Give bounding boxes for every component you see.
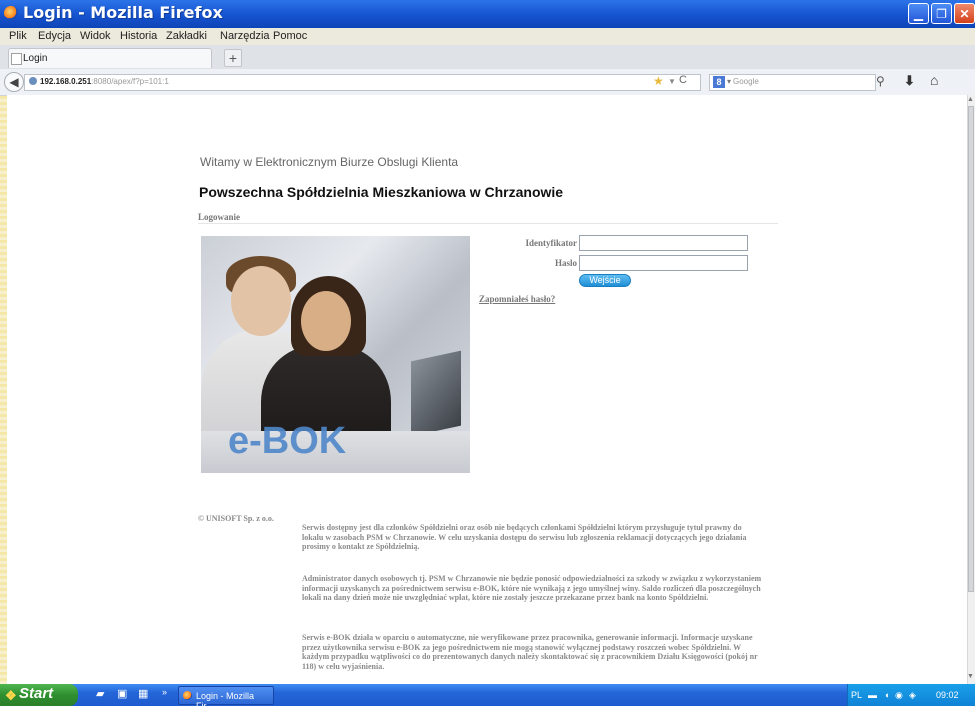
close-button[interactable]: ✕ xyxy=(954,3,975,24)
divider xyxy=(198,223,778,224)
clock[interactable]: 09:02 xyxy=(936,690,959,700)
footer-paragraph: Administrator danych osobowych tj. PSM w… xyxy=(302,574,762,603)
home-icon[interactable]: ⌂ xyxy=(930,72,938,88)
menu-narzedzia[interactable]: Narzędzia xyxy=(220,30,270,42)
tab-login[interactable]: Login xyxy=(8,48,212,68)
maximize-button[interactable]: ❐ xyxy=(931,3,952,24)
url-text[interactable]: 192.168.0.251:8080/apex/f?p=101:1 xyxy=(40,77,169,86)
quick-launch-app-icon[interactable]: ▣ xyxy=(117,687,127,700)
task-label: Login - Mozilla Fir... xyxy=(196,691,255,706)
section-heading: Logowanie xyxy=(198,212,241,222)
start-button[interactable]: ❖ Start xyxy=(0,684,78,706)
password-input[interactable] xyxy=(579,255,748,271)
copyright-text: © UNISOFT Sp. z o.o. xyxy=(198,514,274,523)
password-label: Haslo xyxy=(554,258,577,268)
forgot-password-link[interactable]: Zapomniałeś hasło? xyxy=(479,294,555,304)
footer-paragraph: Serwis e-BOK działa w oparciu o automaty… xyxy=(302,633,758,671)
identifier-label: Identyfikator xyxy=(525,238,578,248)
firefox-icon xyxy=(183,691,192,700)
new-tab-button[interactable]: + xyxy=(224,49,242,67)
history-dropdown-icon[interactable]: ▼ xyxy=(668,77,676,86)
back-button[interactable]: ◀ xyxy=(4,72,24,92)
tab-label: Login xyxy=(23,53,48,64)
volume-icon[interactable]: ◖ xyxy=(884,690,889,700)
firefox-icon xyxy=(4,6,18,20)
ebok-logo: e-BOK xyxy=(228,420,347,462)
search-placeholder: Google xyxy=(733,77,759,86)
network-icon[interactable]: ◉ xyxy=(895,690,903,701)
url-path: :8080/apex/f?p=101:1 xyxy=(91,77,169,86)
page-title: Powszechna Spółdzielnia Mieszkaniowa w C… xyxy=(199,184,564,200)
menu-pomoc[interactable]: Pomoc xyxy=(273,30,307,42)
menu-edycja[interactable]: Edycja xyxy=(38,30,71,42)
search-icon[interactable]: ⚲ xyxy=(876,74,885,88)
antivirus-icon[interactable]: ◈ xyxy=(909,690,916,701)
scroll-up-icon[interactable]: ▲ xyxy=(967,96,974,103)
window-title: Login - Mozilla Firefox xyxy=(23,3,223,22)
start-label: Start xyxy=(19,685,54,702)
url-host: 192.168.0.251 xyxy=(40,77,92,86)
download-icon[interactable]: ⬇ xyxy=(904,73,915,89)
globe-icon xyxy=(29,77,37,85)
menu-historia[interactable]: Historia xyxy=(120,30,157,42)
scroll-down-icon[interactable]: ▼ xyxy=(967,673,974,680)
search-engine-dropdown-icon[interactable]: ▾ xyxy=(727,77,731,86)
quick-launch-desktop-icon[interactable]: ▦ xyxy=(138,687,148,700)
windows-logo-icon: ❖ xyxy=(5,688,17,703)
menu-widok[interactable]: Widok xyxy=(80,30,111,42)
language-indicator[interactable]: PL xyxy=(851,690,862,700)
identifier-input[interactable] xyxy=(579,235,748,251)
left-edge-decoration xyxy=(0,0,7,706)
minimize-button[interactable]: ▁ xyxy=(908,3,929,24)
menu-plik[interactable]: Plik xyxy=(9,30,27,42)
scrollbar-thumb[interactable] xyxy=(968,106,974,592)
welcome-text: Witamy w Elektronicznym Biurze Obslugi K… xyxy=(200,155,459,169)
menu-zakladki[interactable]: Zakładki xyxy=(166,30,207,42)
page-icon xyxy=(11,53,22,65)
keyboard-icon[interactable]: ▬ xyxy=(868,690,877,700)
search-engine-icon[interactable]: 8 xyxy=(713,76,725,88)
footer-paragraph: Serwis dostępny jest dla członków Spółdz… xyxy=(302,523,747,552)
quick-launch-expand-icon[interactable]: » xyxy=(162,687,167,697)
reload-icon[interactable]: C xyxy=(679,74,687,86)
taskbar-firefox-window[interactable]: Login - Mozilla Fir... xyxy=(178,686,274,706)
quick-launch-folder-icon[interactable]: ▰ xyxy=(96,687,104,700)
login-button[interactable]: Wejście xyxy=(579,274,631,287)
bookmark-star-icon[interactable]: ★ xyxy=(653,74,664,88)
